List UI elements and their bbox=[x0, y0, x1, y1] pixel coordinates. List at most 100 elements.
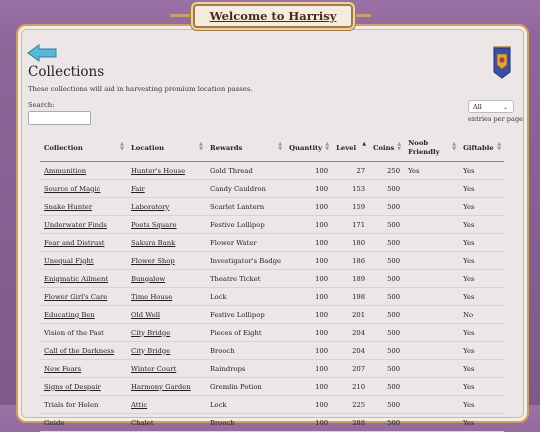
cell-coins: 500 bbox=[369, 305, 405, 324]
cell-noob-friendly bbox=[404, 215, 460, 234]
column-header-rewards[interactable]: Rewards ▲ ▼ bbox=[206, 134, 286, 162]
cell-coins: 500 bbox=[369, 359, 405, 378]
cell-rewards: Brooch bbox=[206, 413, 286, 432]
cell-quantity: 100 bbox=[285, 305, 333, 324]
location-link[interactable]: Harmony Garden bbox=[131, 383, 191, 391]
collection-cell: Underwater Finds bbox=[40, 215, 127, 234]
cell-rewards: Scarlet Lantern bbox=[206, 197, 286, 216]
cell-rewards: Lock bbox=[206, 287, 286, 306]
cell-noob-friendly bbox=[404, 413, 460, 432]
table-row: Call of the Darkness City Bridge Brooch 100… bbox=[40, 341, 505, 360]
sort-icon: ▲ ▼ bbox=[199, 141, 203, 152]
cell-rewards: Brooch bbox=[206, 341, 286, 360]
column-header-collection[interactable]: Collection ▲ ▼ bbox=[40, 134, 127, 162]
cell-rewards: Gold Thread bbox=[206, 161, 286, 180]
cell-noob-friendly bbox=[404, 269, 460, 288]
collection-link[interactable]: Snake Hunter bbox=[44, 203, 92, 211]
cell-level: 204 bbox=[332, 341, 370, 360]
cell-giftable: Yes bbox=[459, 341, 505, 360]
collection-cell: Flower Girl's Care bbox=[40, 287, 127, 306]
cell-level: 159 bbox=[332, 197, 370, 216]
collection-link[interactable]: Flower Girl's Care bbox=[44, 293, 107, 301]
cell-rewards: Theatre Ticket bbox=[206, 269, 286, 288]
cell-level: 207 bbox=[332, 359, 370, 378]
location-link[interactable]: Fair bbox=[131, 185, 145, 193]
collection-link[interactable]: New Fears bbox=[44, 365, 81, 373]
collection-link[interactable]: Signs of Despair bbox=[44, 383, 101, 391]
column-header-quantity[interactable]: Quantity ▲ ▼ bbox=[285, 134, 333, 162]
cell-noob-friendly bbox=[404, 233, 460, 252]
column-header-location[interactable]: Location ▲ ▼ bbox=[127, 134, 206, 162]
location-link[interactable]: Flower Shop bbox=[131, 257, 175, 265]
cell-rewards: Flower Water bbox=[206, 233, 286, 252]
back-arrow-icon[interactable] bbox=[27, 44, 57, 62]
table-row: Signs of Despair Harmony Garden Gremlin Po… bbox=[40, 377, 505, 396]
cell-giftable: Yes bbox=[459, 377, 505, 396]
location-link[interactable]: Bungalow bbox=[131, 275, 165, 283]
search-input[interactable] bbox=[28, 111, 91, 125]
collection-cell: Fear and Distrust bbox=[40, 233, 127, 252]
entries-per-page-value: All bbox=[473, 103, 482, 111]
location-cell: Harmony Garden bbox=[127, 377, 206, 396]
cell-level: 27 bbox=[332, 161, 370, 180]
table-header-row: Collection ▲ ▼ Location ▲ ▼ Rewards ▲ ▼ Quantity ▲… bbox=[40, 134, 505, 162]
sort-icon: ▲ ▼ bbox=[278, 141, 283, 152]
cell-giftable: Yes bbox=[459, 197, 505, 216]
cell-level: 153 bbox=[332, 179, 370, 198]
collection-link[interactable]: Unequal Fight bbox=[44, 257, 94, 265]
cell-giftable: Yes bbox=[459, 359, 505, 378]
location-cell: Fair bbox=[127, 179, 206, 198]
page-title: Collections bbox=[28, 64, 105, 80]
cell-rewards: Pieces of Eight bbox=[206, 323, 286, 342]
collection-link[interactable]: Source of Magic bbox=[44, 185, 100, 193]
cell-level: 186 bbox=[332, 251, 370, 270]
site-title[interactable]: Welcome to Harrisy bbox=[193, 4, 353, 28]
cell-giftable: Yes bbox=[459, 161, 505, 180]
location-link[interactable]: Poets Square bbox=[131, 221, 177, 229]
collection-link[interactable]: Fear and Distrust bbox=[44, 239, 104, 247]
location-cell: Winter Court bbox=[127, 359, 206, 378]
collection-link[interactable]: Ammunition bbox=[44, 167, 86, 175]
cell-coins: 500 bbox=[369, 197, 405, 216]
location-link[interactable]: City Bridge bbox=[131, 347, 170, 355]
table-row: Guide Chalet Brooch 100 288 500 Yes bbox=[40, 413, 505, 432]
cell-quantity: 100 bbox=[285, 251, 333, 270]
table-row: Flower Girl's Care Time House Lock 100 198 50… bbox=[40, 287, 505, 306]
location-cell: Old Well bbox=[127, 305, 206, 324]
cell-coins: 500 bbox=[369, 341, 405, 360]
search-label: Search: bbox=[28, 101, 55, 109]
collection-cell: Signs of Despair bbox=[40, 377, 127, 396]
cell-quantity: 100 bbox=[285, 287, 333, 306]
cell-quantity: 100 bbox=[285, 215, 333, 234]
cell-level: 204 bbox=[332, 323, 370, 342]
cell-quantity: 100 bbox=[285, 197, 333, 216]
cell-level: 180 bbox=[332, 233, 370, 252]
cell-giftable: Yes bbox=[459, 323, 505, 342]
cell-quantity: 100 bbox=[285, 413, 333, 432]
location-link[interactable]: Winter Court bbox=[131, 365, 176, 373]
collection-link[interactable]: Educating Ben bbox=[44, 311, 95, 319]
collection-cell: Unequal Fight bbox=[40, 251, 127, 270]
collection-link[interactable]: Call of the Darkness bbox=[44, 347, 114, 355]
collection-link[interactable]: Enigmatic Ailment bbox=[44, 275, 108, 283]
sort-icon: ▲ ▼ bbox=[497, 141, 502, 152]
location-link[interactable]: Laboratory bbox=[131, 203, 169, 211]
entries-per-page-select[interactable]: All ⌄ bbox=[468, 100, 514, 113]
location-link[interactable]: Sakura Bank bbox=[131, 239, 175, 247]
column-header-coins[interactable]: Coins ▲ ▼ bbox=[369, 134, 405, 162]
location-link[interactable]: City Bridge bbox=[131, 329, 170, 337]
location-link[interactable]: Hunter's House bbox=[131, 167, 185, 175]
column-header-giftable[interactable]: Giftable ▲ ▼ bbox=[459, 134, 505, 162]
collection-link[interactable]: Underwater Finds bbox=[44, 221, 107, 229]
collection-cell: Snake Hunter bbox=[40, 197, 127, 216]
cell-coins: 500 bbox=[369, 179, 405, 198]
column-header-level[interactable]: Level ▲ bbox=[332, 134, 370, 162]
column-header-noob-friendly[interactable]: Noob Friendly ▲ ▼ bbox=[404, 134, 460, 162]
cell-giftable: Yes bbox=[459, 251, 505, 270]
cell-giftable: Yes bbox=[459, 179, 505, 198]
cell-quantity: 100 bbox=[285, 161, 333, 180]
location-link[interactable]: Time House bbox=[131, 293, 172, 301]
cell-coins: 500 bbox=[369, 377, 405, 396]
table-row: Fear and Distrust Sakura Bank Flower Water… bbox=[40, 233, 505, 252]
location-link[interactable]: Old Well bbox=[131, 311, 160, 319]
